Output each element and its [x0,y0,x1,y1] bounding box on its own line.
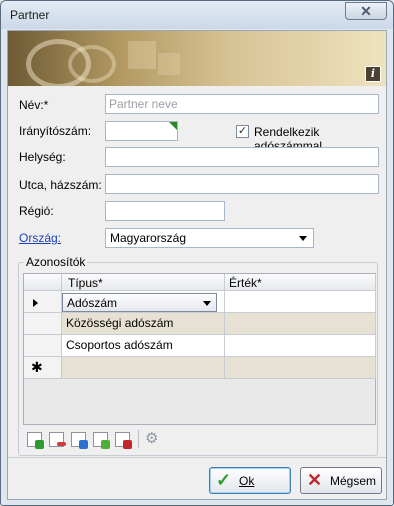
info-icon[interactable]: i [365,66,381,82]
current-row-indicator-icon [33,299,38,307]
street-field[interactable] [105,174,379,194]
delete-row-icon[interactable] [49,432,66,447]
window-title: Partner [10,8,50,22]
region-field[interactable] [105,201,225,221]
remove-row-icon[interactable] [115,432,132,449]
edit-row-icon[interactable] [93,432,110,449]
banner-decoration [158,53,180,75]
title-bar: Partner ✕ [1,1,393,29]
cross-icon: ✕ [307,470,323,490]
type-combo[interactable]: Adószám [62,293,217,312]
table-cell-value[interactable] [225,313,376,335]
region-label: Régió: [19,204,54,218]
column-header-value[interactable]: Érték* [225,274,376,291]
chevron-down-icon [203,301,211,306]
street-label: Utca, házszám: [19,178,102,192]
chevron-down-icon [299,236,307,241]
postal-code-label: Irányítószám: [19,124,92,138]
cancel-button-label: Mégsem [330,474,377,488]
toolbar-separator [138,430,139,448]
close-icon: ✕ [360,3,372,19]
name-label: Név:* [19,98,49,112]
country-select[interactable]: Magyarország [105,228,314,248]
cancel-button[interactable]: ✕ Mégsem [300,467,382,494]
close-button[interactable]: ✕ [345,2,387,20]
table-cell-type[interactable]: Közösségi adószám [62,313,225,335]
table-cell-value[interactable] [225,335,376,357]
move-row-icon[interactable] [71,432,88,449]
table-cell-type[interactable]: Csoportos adószám [62,335,225,357]
table-cell-value[interactable] [225,291,376,313]
country-value: Magyarország [110,231,187,245]
tax-number-checkbox[interactable]: ✓ [236,125,249,138]
new-row-header[interactable]: ✱ [24,357,62,379]
partner-dialog: Partner ✕ i Név:* Irányítószám: ✓ Rendel… [0,0,394,506]
identifiers-group-title: Azonosítók [24,255,88,269]
settings-icon[interactable]: ⚙ [145,430,158,448]
new-row-cell-value[interactable] [225,357,376,379]
add-row-icon[interactable] [27,432,44,449]
row-header[interactable] [24,335,62,357]
country-link[interactable]: Ország: [19,231,61,245]
row-header[interactable] [24,291,62,313]
banner-decoration [68,45,116,83]
dialog-body: i Név:* Irányítószám: ✓ Rendelkezik adós… [7,30,387,500]
grid-corner-header [24,274,62,291]
postal-code-field[interactable] [105,121,178,141]
checkmark-icon: ✓ [216,470,232,490]
new-row-cell-type[interactable] [62,357,225,379]
ok-button-label: Ok [239,474,255,488]
name-field[interactable] [105,94,379,114]
city-label: Helység: [19,150,66,164]
column-header-type[interactable]: Típus* [62,274,225,291]
type-combo-value: Adószám [67,296,118,310]
banner-decoration [128,41,156,69]
new-row-icon: ✱ [31,359,43,375]
city-field[interactable] [105,147,379,167]
required-marker [169,122,177,130]
row-header[interactable] [24,313,62,335]
header-banner: i [8,31,386,86]
ok-button[interactable]: ✓ Ok [209,467,291,494]
footer-divider [8,457,386,458]
